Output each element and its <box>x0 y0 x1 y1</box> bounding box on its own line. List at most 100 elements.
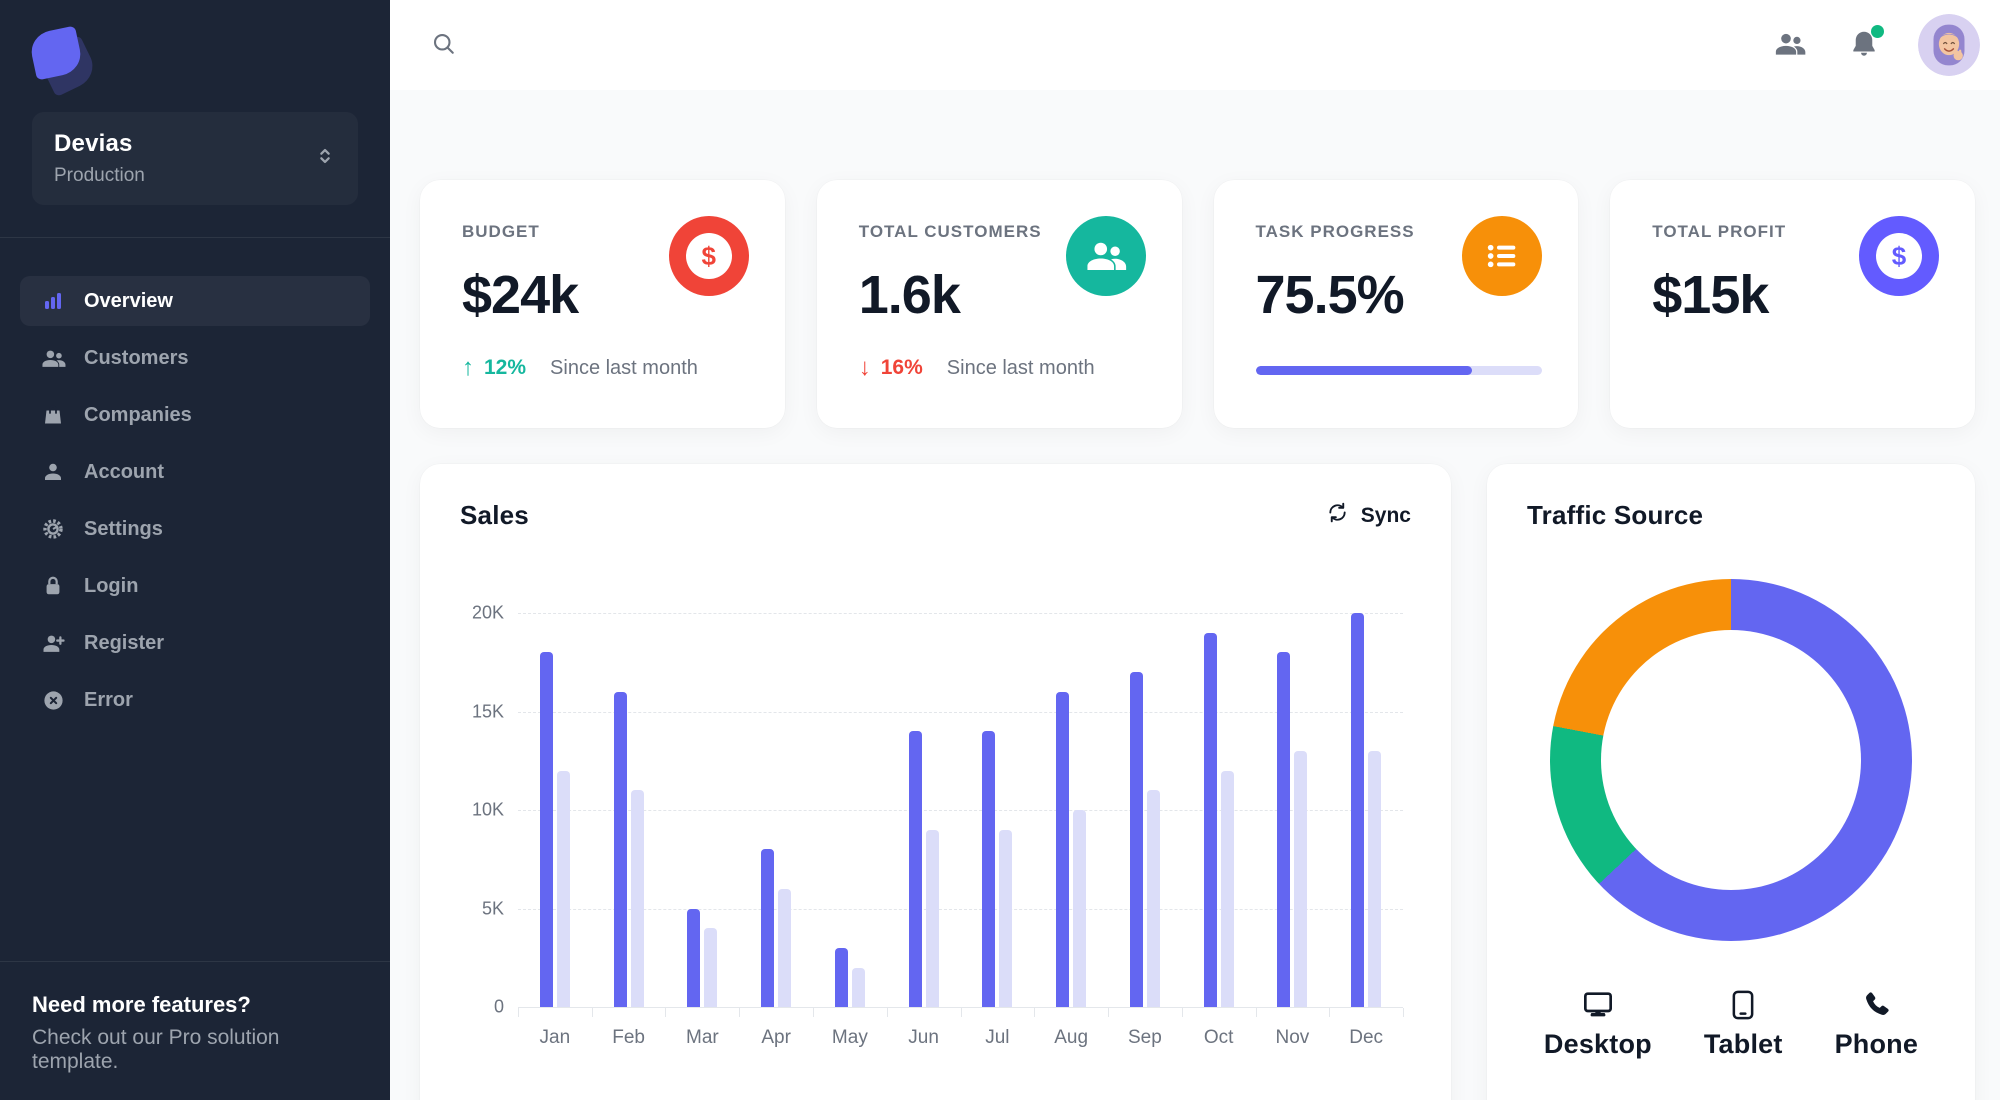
bar-group-mar <box>666 613 740 1007</box>
trend-caption: Since last month <box>946 356 1095 379</box>
y-tick-label: 5K <box>481 898 504 918</box>
footer-title: Need more features? <box>32 992 251 1017</box>
x-tick-label: May <box>831 1027 868 1048</box>
sidebar-divider-bottom <box>0 961 390 962</box>
bar-group-feb <box>592 613 666 1007</box>
user-avatar-image <box>1918 14 1980 76</box>
total-customers-card: TOTAL CUSTOMERS 1.6k ↓ 16% Since last mo… <box>816 180 1182 428</box>
workspace-selector[interactable]: Devias Production <box>32 112 358 205</box>
desktop-icon <box>1581 987 1615 1021</box>
x-tick <box>1403 1008 1404 1017</box>
x-tick <box>739 1008 741 1017</box>
sidebar-item-login[interactable]: Login <box>20 561 370 611</box>
bar-group-sep <box>1108 613 1182 1007</box>
traffic-source-card: Traffic Source Desktop Tablet Phone <box>1487 464 1975 1100</box>
x-tick <box>591 1008 593 1017</box>
x-tick-label: Jun <box>908 1027 939 1048</box>
x-tick <box>1255 1008 1257 1017</box>
avatar[interactable] <box>1918 14 1980 76</box>
x-tick-label: Jul <box>985 1027 1010 1048</box>
topbar <box>390 0 2000 90</box>
sidebar-item-label: Companies <box>84 403 192 426</box>
bar-group-dec <box>1329 613 1403 1007</box>
bar-chart-plot <box>518 613 1403 1007</box>
traffic-card-header: Traffic Source <box>1527 500 1935 531</box>
bar-this-year <box>834 947 848 1007</box>
bar-last-year <box>778 888 792 1007</box>
bar-this-year <box>908 731 922 1007</box>
sidebar-item-settings[interactable]: Settings <box>20 504 370 554</box>
bar-group-jul <box>961 613 1035 1007</box>
y-tick-label: 20K <box>471 602 504 623</box>
sidebar-item-overview[interactable]: Overview <box>20 276 370 326</box>
bar-chart-icon <box>40 288 66 314</box>
dollar-glyph: $ <box>1876 233 1922 279</box>
bar-group-nov <box>1256 613 1330 1007</box>
bar-last-year <box>1073 810 1087 1007</box>
x-tick-label: Dec <box>1349 1027 1384 1048</box>
bar-last-year <box>630 790 644 1007</box>
sidebar-item-error[interactable]: Error <box>20 675 370 725</box>
sync-label: Sync <box>1360 503 1411 527</box>
charts-row: Sales Sync 20K 15K 10K 5K 0 Jan Feb Mar Apr May J… <box>420 464 1975 1100</box>
bar-this-year <box>687 908 701 1007</box>
traffic-donut-chart <box>1550 579 1912 941</box>
sales-bar-chart: 20K 15K 10K 5K 0 Jan Feb Mar Apr May Jun Jul Aug Sep… <box>460 603 1411 1093</box>
bar-this-year <box>539 652 553 1007</box>
sidebar-item-register[interactable]: Register <box>20 618 370 668</box>
sidebar-item-label: Customers <box>84 346 189 369</box>
bar-this-year <box>1056 691 1070 1007</box>
sales-card: Sales Sync 20K 15K 10K 5K 0 Jan Feb Mar Apr May J… <box>420 464 1451 1100</box>
sync-button[interactable]: Sync <box>1326 501 1411 530</box>
devias-logo-icon[interactable] <box>27 25 100 98</box>
sidebar-item-account[interactable]: Account <box>20 447 370 497</box>
unfold-chevrons-icon <box>314 145 336 172</box>
sidebar-item-label: Register <box>84 631 165 654</box>
trend-row: ↓ 16% Since last month <box>859 354 1146 382</box>
bar-group-oct <box>1182 613 1256 1007</box>
lock-icon <box>40 573 66 599</box>
bar-last-year <box>704 928 718 1007</box>
device-tablet: Tablet <box>1704 987 1783 1060</box>
dollar-icon: $ <box>668 216 749 296</box>
notifications-button[interactable] <box>1844 24 1884 67</box>
trend-down-icon: ↓ <box>858 354 871 381</box>
topbar-actions <box>1770 14 1980 76</box>
x-tick-label: Aug <box>1054 1027 1089 1048</box>
users-icon <box>40 345 66 371</box>
gear-icon <box>40 516 66 542</box>
bar-last-year <box>1220 770 1234 1007</box>
y-tick-label: 10K <box>471 799 504 820</box>
sidebar-item-label: Settings <box>84 517 163 540</box>
sidebar-item-label: Error <box>84 688 133 711</box>
device-label: Desktop <box>1543 1029 1652 1059</box>
bar-last-year <box>999 829 1013 1007</box>
sync-icon <box>1326 501 1349 530</box>
bar-group-may <box>813 613 887 1007</box>
search-button[interactable] <box>426 26 462 65</box>
device-label: Phone <box>1834 1029 1919 1059</box>
progress-bar <box>1255 366 1543 375</box>
x-circle-icon <box>40 687 66 713</box>
search-icon <box>430 30 458 61</box>
x-tick <box>1034 1008 1036 1017</box>
sidebar-item-customers[interactable]: Customers <box>20 333 370 383</box>
device-desktop: Desktop <box>1544 987 1652 1060</box>
sidebar-item-companies[interactable]: Companies <box>20 390 370 440</box>
traffic-title: Traffic Source <box>1527 500 1704 530</box>
x-tick-label: Nov <box>1275 1027 1310 1048</box>
x-tick <box>1181 1008 1183 1017</box>
bar-this-year <box>1277 652 1291 1007</box>
devices-legend: Desktop Tablet Phone <box>1527 987 1935 1060</box>
x-tick-label: Oct <box>1203 1027 1234 1048</box>
sales-title: Sales <box>460 500 529 530</box>
sidebar-footer: Need more features? Check out our Pro so… <box>0 961 390 1100</box>
contacts-button[interactable] <box>1770 24 1810 67</box>
bar-last-year <box>1368 750 1382 1007</box>
notification-badge-dot <box>1871 24 1884 38</box>
x-tick <box>518 1008 519 1017</box>
x-tick-label: Jan <box>539 1027 571 1048</box>
bar-this-year <box>1129 672 1143 1007</box>
user-icon <box>40 459 66 485</box>
trend-row: ↑ 12% Since last month <box>462 354 749 382</box>
